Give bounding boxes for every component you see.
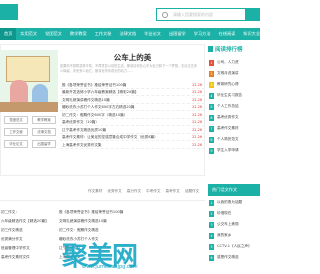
list-item[interactable]: 六年级精选作文【精选20篇】 — [0, 217, 54, 226]
ranking-item[interactable]: 7 高考作文素材 — [208, 124, 260, 135]
nav-item-legal[interactable]: 法律文档 — [115, 28, 140, 40]
list-item-date: 22-26 — [192, 127, 202, 132]
hot-topic-item[interactable]: 4 我的家乡 — [208, 231, 260, 242]
list-item[interactable]: 优秀满分作文 — [0, 235, 54, 244]
tag-thesis[interactable]: 毕业论文 — [4, 140, 28, 148]
list-item[interactable]: 硼砂洗衣小苏打个人作文600字左右精选20篇 22-26 — [60, 104, 205, 111]
ranking-item[interactable]: 6 高考优秀作文 — [208, 113, 260, 124]
nav-item-home[interactable]: 首页 — [0, 28, 17, 40]
search-button[interactable] — [246, 8, 260, 21]
list-item[interactable]: 高考作文素材文件 — [0, 253, 54, 262]
subnav-item[interactable]: 作文素材 — [88, 189, 102, 193]
search-icon — [162, 12, 168, 18]
list-item[interactable]: 初二作文：假期作文600字（精选10篇） 22-26 — [60, 111, 205, 119]
heading-bar-icon — [208, 46, 213, 52]
list-item-title[interactable]: 初二作文：假期作文600字（精选10篇） — [62, 113, 127, 118]
illustration-desk — [0, 102, 58, 112]
list-item-date: 22-26 — [192, 135, 202, 139]
hot-topics-heading: 热门话文作文 — [208, 184, 260, 196]
nav-item-thesis[interactable]: 毕业论文 — [140, 28, 165, 40]
list-item[interactable]: 高考作文素材：让美足的坚强意集合成中学作文（优秀8篇） 22-26 — [60, 134, 205, 141]
nav-item-work[interactable]: 工作文秘 — [91, 28, 116, 40]
nav-item-party[interactable]: 党团范文 — [41, 28, 66, 40]
list-item[interactable]: 班级管理中学作文 — [0, 244, 54, 253]
tag-teaching[interactable]: 教学教案 — [32, 116, 56, 124]
watermark-url: www.jumeirahjpg.com — [82, 264, 138, 270]
hot-topic-item[interactable]: 3 公交车上美丽 — [208, 220, 260, 231]
hot-topic-item[interactable]: 1 以我的角为话题 — [208, 198, 260, 209]
subnav-item[interactable]: 高分作文 — [127, 189, 141, 193]
article-illustration[interactable] — [0, 50, 58, 112]
tag-work[interactable]: 工作文秘 — [4, 128, 28, 136]
list-item-title[interactable]: 高考作文素材：让美足的坚强意集合成中学作文（优秀8篇） — [62, 135, 158, 140]
hot-topic-item[interactable]: 6 感恩作文精选 — [208, 253, 260, 264]
hot-topic-item[interactable]: 2 珍惜现在 — [208, 209, 260, 220]
sub-nav: 作文素材 优秀作文 高分作文 中考作文 高考作文 话题作文 — [88, 188, 206, 194]
list-item-date: 22-26 — [192, 90, 202, 94]
list-item-title[interactable]: 辽宁高考作文精选优质10篇 — [62, 128, 106, 133]
nav-item-reading[interactable]: 在线阅读 — [215, 28, 240, 40]
list-item[interactable]: 最新开发选修小学六年级教案精选【精彩20篇】 22-26 — [60, 89, 205, 96]
subnav-item[interactable]: 话题作文 — [185, 189, 199, 193]
site-logo[interactable] — [0, 4, 18, 20]
ranking-item[interactable]: 8 个人简历范文 — [208, 135, 260, 146]
tag-legal[interactable]: 法律文档 — [32, 128, 56, 136]
list-item[interactable]: 初二作文：假期作文精选 — [58, 226, 198, 235]
search-placeholder: 请输入您要搜索的内容 — [173, 12, 213, 17]
article-description: 如果你不想再变得平常，不再重复以前的生活，那就请你在心中为自己种下一个梦想。无论… — [60, 64, 198, 73]
list-item-date: 22-26 — [192, 97, 202, 102]
tag-study-abroad[interactable]: 出国留学 — [32, 140, 56, 148]
article-list: 推《各项荣誉证书》推给荣誉证书100篇 22-26 最新开发选修小学六年级教案精选… — [60, 81, 205, 149]
list-item[interactable]: 推《各项荣誉证书》推给荣誉证书100篇 22-26 — [60, 81, 205, 89]
article-title[interactable]: 公车上的美 — [60, 52, 205, 63]
ranking-item[interactable]: 1 公司、人力资 — [208, 58, 260, 69]
list-item[interactable]: 推《各项荣誉证书》推给荣誉证书100篇 — [58, 208, 198, 217]
hot-topic-item[interactable]: 5 CCTV-1《人民之声》 — [208, 242, 260, 253]
illustration-board — [6, 56, 50, 82]
ranking-item[interactable]: 9 学生入学申请 — [208, 146, 260, 157]
list-item-title[interactable]: 推《各项荣誉证书》推给荣誉证书100篇 — [62, 83, 126, 88]
list-item-title[interactable]: 上海高考作文优秀作文集 — [62, 143, 102, 148]
ranking-item[interactable]: 2 文明月说演讲 — [208, 69, 260, 80]
nav-item-practical[interactable]: 实用范文 — [16, 28, 41, 40]
subnav-item[interactable]: 高考作文 — [166, 189, 180, 193]
list-item-title[interactable]: 硼砂洗衣小苏打个人作文600字左右精选20篇 — [62, 105, 135, 110]
list-item-title[interactable]: 高考优秀作文（10篇） — [62, 120, 99, 125]
list-item-date: 22-26 — [192, 142, 202, 147]
lower-list-left: 初二作文： 六年级精选作文【精选20篇】 初三作文精选 优秀满分作文 班级管理中… — [0, 208, 54, 262]
nav-item-learning[interactable]: 学习方法 — [190, 28, 215, 40]
list-item-date: 22-26 — [192, 82, 202, 87]
list-item[interactable]: 初二作文： — [0, 208, 54, 217]
list-item-date: 22-26 — [192, 112, 202, 117]
subnav-item[interactable]: 中考作文 — [146, 189, 160, 193]
hot-topics-list: 1 以我的角为话题 2 珍惜现在 3 公交车上美丽 4 我的家乡 5 CCTV-1《人民之… — [208, 198, 260, 264]
list-item[interactable]: 高考优秀作文（10篇） 22-26 — [60, 119, 205, 126]
list-item[interactable]: 文明礼貌演讲稿作文精选10篇 22-26 — [60, 96, 205, 104]
list-item-title[interactable]: 文明礼貌演讲稿作文精选10篇 — [62, 98, 110, 103]
divider — [0, 200, 205, 201]
list-item-title[interactable]: 最新开发选修小学六年级教案精选【精彩20篇】 — [62, 90, 138, 95]
ranking-item[interactable]: 3 教育研究心得 — [208, 80, 260, 91]
search-input[interactable]: 请输入您要搜索的内容 — [156, 8, 246, 21]
nav-item-study-abroad[interactable]: 出国留学 — [165, 28, 190, 40]
list-item[interactable]: 上海高考作文优秀作文集 22-26 — [60, 141, 205, 149]
list-item-date: 22-26 — [192, 120, 202, 124]
subnav-item[interactable]: 优秀作文 — [107, 189, 121, 193]
nav-item-knowledge[interactable]: 知识大全 — [239, 28, 264, 40]
list-item-date: 22-26 — [192, 105, 202, 109]
list-item[interactable]: 辽宁高考作文精选优质10篇 22-26 — [60, 126, 205, 134]
ranking-item[interactable]: 4 毕业生实习报告 — [208, 91, 260, 102]
ranking-item[interactable]: 5 个人工作总结 — [208, 102, 260, 113]
list-item[interactable]: 文明礼貌演讲稿作文精选10篇 — [58, 217, 198, 226]
ranking-heading: 阅读排行榜 — [208, 44, 260, 54]
nav-item-teaching[interactable]: 教学教案 — [66, 28, 91, 40]
tag-party[interactable]: 党团范文 — [4, 116, 28, 124]
main-nav: 首页 实用范文 党团范文 教学教案 工作文秘 法律文档 毕业论文 出国留学 学习… — [0, 28, 260, 40]
list-item[interactable]: 初三作文精选 — [0, 226, 54, 235]
